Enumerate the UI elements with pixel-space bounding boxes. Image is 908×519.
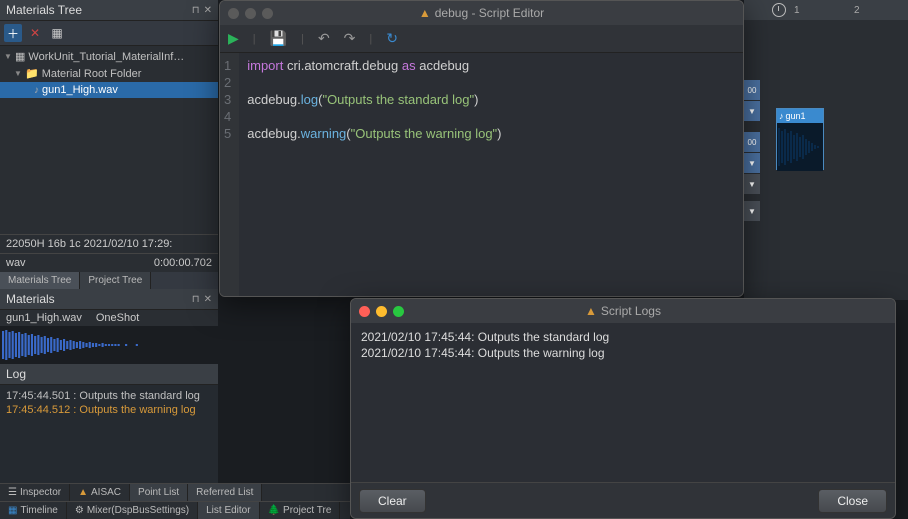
log-entry: 2021/02/10 17:45:44: Outputs the standar… bbox=[361, 329, 885, 345]
audio-clip[interactable]: ♪gun1 bbox=[776, 108, 824, 170]
track-dropdown[interactable]: ▼ bbox=[744, 174, 760, 194]
tab-list-editor[interactable]: List Editor bbox=[198, 502, 259, 519]
tab-timeline[interactable]: ▦Timeline bbox=[0, 502, 67, 519]
panel-title: Materials Tree bbox=[6, 3, 82, 17]
timeline-ruler[interactable]: 1 2 bbox=[744, 0, 908, 20]
tree-file-gun1[interactable]: ♪ gun1_High.wav bbox=[0, 82, 218, 98]
audio-file-icon: ♪ bbox=[779, 111, 784, 121]
status-bar-2: wav 0:00:00.702 bbox=[0, 253, 218, 272]
editor-toolbar: ▶ | 💾 | ↶ ↷ | ↻ bbox=[220, 25, 743, 53]
tree-toolbar: ＋ ✕ ▦ bbox=[0, 21, 218, 46]
redo-icon[interactable]: ↷ bbox=[344, 30, 356, 47]
app-icon: ▲ bbox=[585, 304, 597, 318]
materials-tree-header: Materials Tree ⊓ ✕ bbox=[0, 0, 218, 21]
track-dropdown[interactable]: ▼ bbox=[744, 201, 760, 221]
materials-header: Materials ⊓ ✕ bbox=[0, 289, 218, 310]
materials-info: gun1_High.wav OneShot bbox=[0, 310, 218, 326]
tab-inspector[interactable]: ☰Inspector bbox=[0, 484, 70, 501]
track-dropdown[interactable]: ▼ bbox=[744, 153, 760, 173]
panel-title: Materials bbox=[6, 292, 55, 306]
tab-mixer[interactable]: ⚙Mixer(DspBusSettings) bbox=[67, 502, 198, 519]
track-dropdown[interactable]: ▼ bbox=[744, 101, 760, 121]
line-gutter: 1 2 3 4 5 bbox=[220, 53, 239, 296]
bottom-tabs: ☰Inspector ▲AISAC Point List Referred Li… bbox=[0, 483, 350, 519]
tree-icon: 🌲 bbox=[268, 505, 280, 516]
list-icon: ☰ bbox=[8, 487, 17, 498]
audio-file-icon: ♪ bbox=[34, 85, 39, 96]
pin-icon[interactable]: ⊓ bbox=[192, 294, 200, 305]
chevron-down-icon: ▼ bbox=[14, 69, 22, 78]
tree-root-folder[interactable]: ▼ 📁 Material Root Folder bbox=[0, 65, 218, 82]
tab-project-tree[interactable]: Project Tree bbox=[80, 272, 151, 289]
logs-footer: Clear Close bbox=[351, 482, 895, 518]
app-icon: ▲ bbox=[419, 6, 431, 20]
track-value-button[interactable]: 00 bbox=[744, 80, 760, 100]
add-item-icon[interactable]: ＋ bbox=[4, 24, 22, 42]
log-entry-warning: 17:45:44.512 : Outputs the warning log bbox=[6, 403, 212, 417]
close-icon[interactable]: ✕ bbox=[204, 5, 212, 16]
window-maximize-button[interactable] bbox=[393, 306, 404, 317]
timeline-area: 1 2 00 ▼ 00 ▼ ▼ ▼ ♪gun1 bbox=[744, 0, 908, 300]
mixer-icon: ⚙ bbox=[75, 505, 84, 516]
window-close-button[interactable] bbox=[359, 306, 370, 317]
code-editor[interactable]: 1 2 3 4 5 import cri.atomcraft.debug as … bbox=[220, 53, 743, 296]
tree-workunit[interactable]: ▼ ▦ WorkUnit_Tutorial_MaterialInf… bbox=[0, 48, 218, 65]
left-panel: Materials Tree ⊓ ✕ ＋ ✕ ▦ ▼ ▦ WorkUnit_Tu… bbox=[0, 0, 218, 519]
tab-referred-list[interactable]: Referred List bbox=[188, 484, 262, 501]
log-entry: 17:45:44.501 : Outputs the standard log bbox=[6, 389, 212, 403]
code-body[interactable]: import cri.atomcraft.debug as acdebug ac… bbox=[239, 53, 743, 296]
panel-title: Log bbox=[6, 367, 26, 381]
logs-body: 2021/02/10 17:45:44: Outputs the standar… bbox=[351, 323, 895, 482]
track-value-button[interactable]: 00 bbox=[744, 132, 760, 152]
script-editor-window: ▲debug - Script Editor ▶ | 💾 | ↶ ↷ | ↻ 1… bbox=[219, 0, 744, 297]
log-entry: 2021/02/10 17:45:44: Outputs the warning… bbox=[361, 345, 885, 361]
folder-icon: 📁 bbox=[25, 67, 39, 80]
log-header: Log bbox=[0, 364, 218, 385]
save-icon[interactable]: 💾 bbox=[270, 30, 287, 47]
window-close-button[interactable] bbox=[228, 8, 239, 19]
timeline-icon: ▦ bbox=[8, 505, 17, 516]
run-icon[interactable]: ▶ bbox=[228, 30, 239, 47]
clock-icon bbox=[772, 3, 786, 17]
clear-button[interactable]: Clear bbox=[359, 489, 426, 513]
close-icon[interactable]: ✕ bbox=[204, 294, 212, 305]
status-bar: 22050H 16b 1c 2021/02/10 17:29: bbox=[0, 234, 218, 253]
refresh-icon[interactable]: ↻ bbox=[386, 30, 398, 47]
chevron-down-icon: ▼ bbox=[4, 52, 12, 61]
tab-aisac[interactable]: ▲AISAC bbox=[70, 484, 130, 501]
tree-tabs: Materials Tree Project Tree bbox=[0, 272, 218, 289]
titlebar[interactable]: ▲Script Logs bbox=[351, 299, 895, 323]
waveform-preview bbox=[0, 326, 218, 364]
window-minimize-button[interactable] bbox=[245, 8, 256, 19]
undo-icon[interactable]: ↶ bbox=[318, 30, 330, 47]
track-controls: 00 ▼ 00 ▼ ▼ ▼ bbox=[744, 40, 762, 222]
tab-materials-tree[interactable]: Materials Tree bbox=[0, 272, 80, 289]
pin-icon[interactable]: ⊓ bbox=[192, 5, 200, 16]
workunit-icon: ▦ bbox=[15, 50, 25, 63]
script-logs-window: ▲Script Logs 2021/02/10 17:45:44: Output… bbox=[350, 298, 896, 519]
tab-project-tree-bottom[interactable]: 🌲Project Tre bbox=[260, 502, 341, 519]
menu-icon[interactable]: ▦ bbox=[48, 24, 66, 42]
window-minimize-button[interactable] bbox=[376, 306, 387, 317]
titlebar[interactable]: ▲debug - Script Editor bbox=[220, 1, 743, 25]
tab-point-list[interactable]: Point List bbox=[130, 484, 188, 501]
aisac-icon: ▲ bbox=[78, 487, 88, 498]
close-button[interactable]: Close bbox=[818, 489, 887, 513]
materials-tree: ▼ ▦ WorkUnit_Tutorial_MaterialInf… ▼ 📁 M… bbox=[0, 46, 218, 100]
delete-item-icon[interactable]: ✕ bbox=[26, 24, 44, 42]
window-maximize-button[interactable] bbox=[262, 8, 273, 19]
